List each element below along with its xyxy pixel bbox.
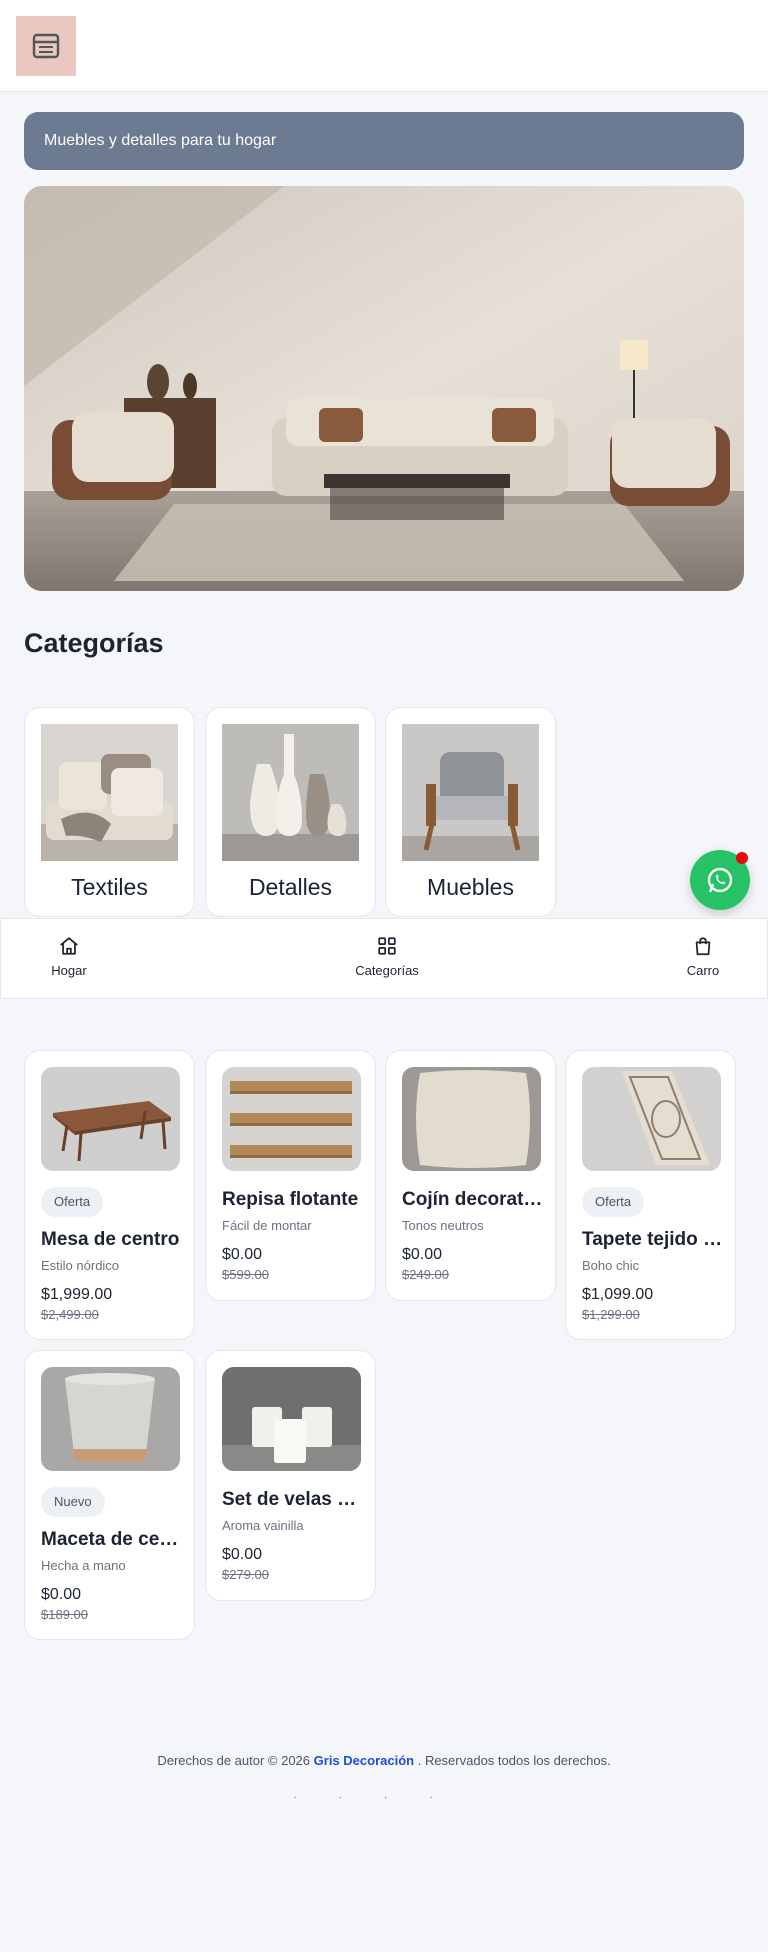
product-old-price: $279.00 xyxy=(222,1567,269,1582)
product-card[interactable]: Oferta Mesa de centro Estilo nórdico $1,… xyxy=(24,1050,195,1340)
home-icon xyxy=(60,937,78,955)
nav-label-home: Hogar xyxy=(51,963,87,978)
product-image xyxy=(402,1067,541,1171)
app-header xyxy=(0,0,768,92)
category-label: Detalles xyxy=(248,874,333,900)
product-old-price: $1,299.00 xyxy=(582,1307,640,1322)
product-badge: Oferta xyxy=(41,1187,104,1217)
product-subtitle: Tonos neutros xyxy=(402,1218,484,1233)
nav-item-home[interactable]: Hogar xyxy=(9,935,129,978)
category-image xyxy=(41,724,178,861)
product-price: $0.00 xyxy=(222,1246,263,1263)
category-card-detalles[interactable]: Detalles xyxy=(205,707,376,917)
product-old-price: $189.00 xyxy=(41,1607,88,1622)
product-subtitle: Boho chic xyxy=(582,1258,640,1273)
product-price: $1,999.00 xyxy=(41,1286,113,1303)
product-price: $0.00 xyxy=(402,1246,443,1263)
footer-copyright: Derechos de autor © 2026 Gris Decoración… xyxy=(0,1753,768,1768)
product-old-price: $599.00 xyxy=(222,1267,269,1282)
product-subtitle: Fácil de montar xyxy=(222,1218,312,1233)
product-image xyxy=(582,1067,721,1171)
product-card[interactable]: Nuevo Maceta de cerámica Hecha a mano $0… xyxy=(24,1350,195,1640)
product-card[interactable]: Repisa flotante Fácil de montar $0.00 $5… xyxy=(205,1050,376,1301)
promo-banner: Muebles y detalles para tu hogar xyxy=(24,112,744,170)
nav-item-categories[interactable]: Categorías xyxy=(327,935,447,978)
footer-prefix: Derechos de autor © 2026 xyxy=(157,1753,311,1768)
product-price: $0.00 xyxy=(41,1586,82,1603)
product-card[interactable]: Oferta Tapete tejido 1... Boho chic $1,0… xyxy=(565,1050,736,1340)
store-logo[interactable] xyxy=(16,16,76,76)
product-image xyxy=(41,1367,180,1471)
whatsapp-icon xyxy=(707,867,733,893)
product-name: Maceta de cerámica xyxy=(41,1529,183,1550)
category-image xyxy=(402,724,539,861)
product-badge: Oferta xyxy=(582,1187,645,1217)
category-label: Textiles xyxy=(71,874,148,900)
nav-label-categories: Categorías xyxy=(355,963,419,978)
product-image xyxy=(41,1067,180,1171)
product-subtitle: Hecha a mano xyxy=(41,1558,126,1573)
product-card[interactable]: Cojín decorativo Tonos neutros $0.00 $24… xyxy=(385,1050,556,1301)
product-name: Mesa de centro xyxy=(41,1229,180,1250)
product-price: $1,099.00 xyxy=(582,1286,654,1303)
category-card-textiles[interactable]: Textiles xyxy=(24,707,195,917)
product-subtitle: Aroma vainilla xyxy=(222,1518,304,1533)
product-old-price: $2,499.00 xyxy=(41,1307,99,1322)
grid-icon xyxy=(378,937,396,955)
shopping-bag-icon xyxy=(695,937,711,956)
product-name: Repisa flotante xyxy=(222,1189,359,1210)
footer-brand-link[interactable]: Gris Decoración xyxy=(314,1753,414,1768)
nav-item-cart[interactable]: Carro xyxy=(643,935,763,978)
product-price: $0.00 xyxy=(222,1546,263,1563)
category-label: Muebles xyxy=(427,874,514,900)
product-old-price: $249.00 xyxy=(402,1267,449,1282)
hero-image xyxy=(24,186,744,591)
product-image xyxy=(222,1367,361,1471)
nav-label-cart: Carro xyxy=(686,963,720,978)
product-name: Cojín decorativo xyxy=(402,1189,544,1210)
footer-suffix: . Reservados todos los derechos. xyxy=(417,1753,611,1768)
storefront-logo-icon xyxy=(32,33,60,59)
product-name: Set de velas aromáticas xyxy=(222,1489,364,1510)
product-image xyxy=(222,1067,361,1171)
notification-dot xyxy=(736,852,748,864)
product-card[interactable]: Set de velas aromáticas Aroma vainilla $… xyxy=(205,1350,376,1601)
bottom-navigation: Hogar Categorías Carro xyxy=(0,918,768,999)
categories-title: Categorías xyxy=(24,628,164,658)
footer-links[interactable]: ···· xyxy=(0,1792,768,1803)
category-image xyxy=(222,724,359,861)
category-card-muebles[interactable]: Muebles xyxy=(385,707,556,917)
product-name: Tapete tejido 1... xyxy=(582,1229,724,1250)
product-subtitle: Estilo nórdico xyxy=(41,1258,120,1273)
product-badge: Nuevo xyxy=(41,1487,105,1517)
